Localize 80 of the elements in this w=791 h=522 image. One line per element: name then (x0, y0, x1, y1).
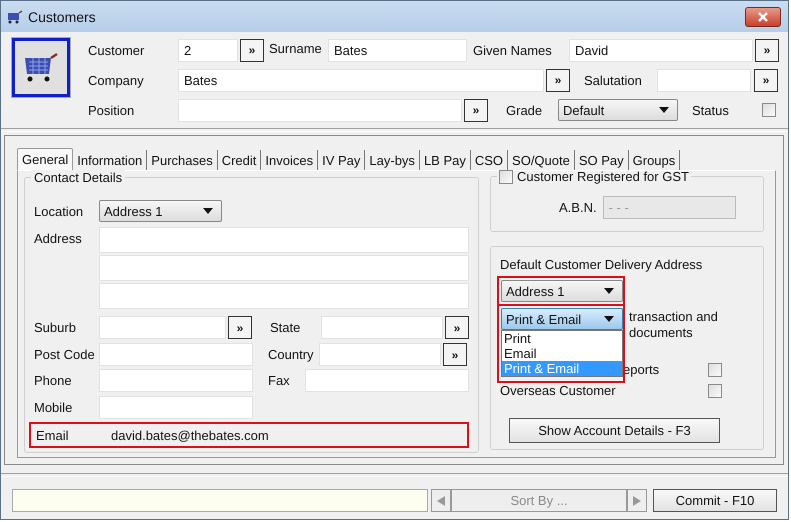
lookup-button[interactable]: » (464, 98, 488, 122)
field-label: Phone (34, 373, 73, 388)
input-field[interactable]: Bates (328, 38, 467, 62)
address-line-field[interactable] (99, 227, 469, 253)
field-label: State (270, 320, 302, 335)
left-arrow-icon (436, 494, 446, 506)
option-description: transaction and (629, 309, 718, 325)
input-field[interactable] (99, 343, 253, 366)
field-label: Surname (269, 41, 323, 56)
dropdown-option[interactable]: Print (502, 331, 622, 346)
input-field[interactable] (319, 343, 441, 366)
lookup-button[interactable]: » (443, 343, 467, 366)
input-field[interactable] (657, 68, 751, 92)
input-field[interactable]: 2 (178, 38, 238, 62)
address-dropdown[interactable]: Address 1 (501, 280, 623, 302)
input-field[interactable] (99, 396, 253, 419)
section-title: Default Customer Delivery Address (500, 257, 704, 272)
field-label: Salutation (584, 72, 643, 88)
input-field[interactable] (178, 98, 462, 122)
commit-button[interactable]: Commit - F10 (653, 489, 777, 512)
lookup-button[interactable]: » (240, 38, 264, 62)
option-description: documents (629, 325, 694, 341)
field-label: Mobile (34, 400, 74, 415)
close-button[interactable] (745, 6, 781, 26)
field-label: A.B.N. (559, 200, 597, 215)
right-arrow-icon (632, 494, 642, 506)
lookup-button[interactable]: » (754, 68, 778, 92)
lookup-button[interactable]: » (546, 68, 570, 92)
checkbox-label: Overseas Customer (500, 383, 616, 398)
tab[interactable]: IV Pay (318, 150, 366, 170)
address-line-field[interactable] (99, 255, 469, 281)
field-label: Position (88, 102, 136, 118)
field-label: Address (34, 231, 83, 246)
input-field[interactable] (321, 316, 443, 339)
input-field[interactable]: Bates (178, 68, 544, 92)
checkbox[interactable] (708, 362, 722, 376)
document-dropdown[interactable]: Print & Email (501, 308, 623, 330)
group-title: Contact Details (31, 170, 126, 185)
previous-button[interactable] (431, 489, 451, 512)
lookup-button[interactable]: » (755, 38, 779, 62)
lookup-button[interactable]: » (445, 316, 469, 339)
customer-icon-button[interactable] (12, 38, 70, 97)
input-field[interactable] (305, 369, 469, 392)
field-label: Email (36, 428, 70, 442)
checkbox[interactable] (762, 103, 776, 117)
field-label: Given Names (473, 42, 553, 58)
show-account-button[interactable]: Show Account Details - F3 (509, 418, 720, 443)
field-label: Customer (88, 42, 146, 58)
field-label: Post Code (34, 347, 96, 362)
tab[interactable]: Purchases (147, 150, 218, 170)
checkbox[interactable] (708, 384, 722, 398)
field-label: Grade (506, 102, 544, 118)
input-field[interactable] (99, 369, 253, 392)
tab[interactable]: Lay-bys (365, 150, 420, 170)
field-label: Location (34, 204, 84, 218)
field-label: Suburb (34, 320, 77, 335)
field-label: Country (268, 347, 315, 362)
address-line-field[interactable] (99, 283, 469, 309)
input-field[interactable]: David (569, 38, 753, 62)
input-field[interactable]: david.bates@thebates.com (106, 424, 470, 446)
window-title: Customers (28, 8, 97, 24)
checkbox-label: Customer Registered for GST (517, 169, 689, 184)
field-label: Fax (268, 373, 291, 388)
location-dropdown[interactable]: Address 1 (99, 200, 222, 222)
tab[interactable]: General (17, 148, 74, 170)
tab[interactable]: Credit (218, 150, 262, 170)
tab[interactable]: SO Pay (574, 150, 629, 170)
cart-icon (7, 10, 23, 24)
tab[interactable]: LB Pay (420, 150, 471, 170)
field-label: Company (88, 72, 145, 88)
lookup-button[interactable]: » (228, 316, 252, 339)
close-icon (757, 12, 769, 22)
checkbox[interactable] (499, 170, 513, 184)
grade-dropdown[interactable]: Default (558, 99, 678, 121)
field-label: Status (692, 102, 730, 118)
tab[interactable]: Groups (628, 150, 680, 170)
next-button[interactable] (627, 489, 647, 512)
input-field[interactable] (99, 316, 226, 339)
dropdown-option[interactable]: Email (502, 346, 622, 361)
tab[interactable]: Invoices (261, 150, 318, 170)
